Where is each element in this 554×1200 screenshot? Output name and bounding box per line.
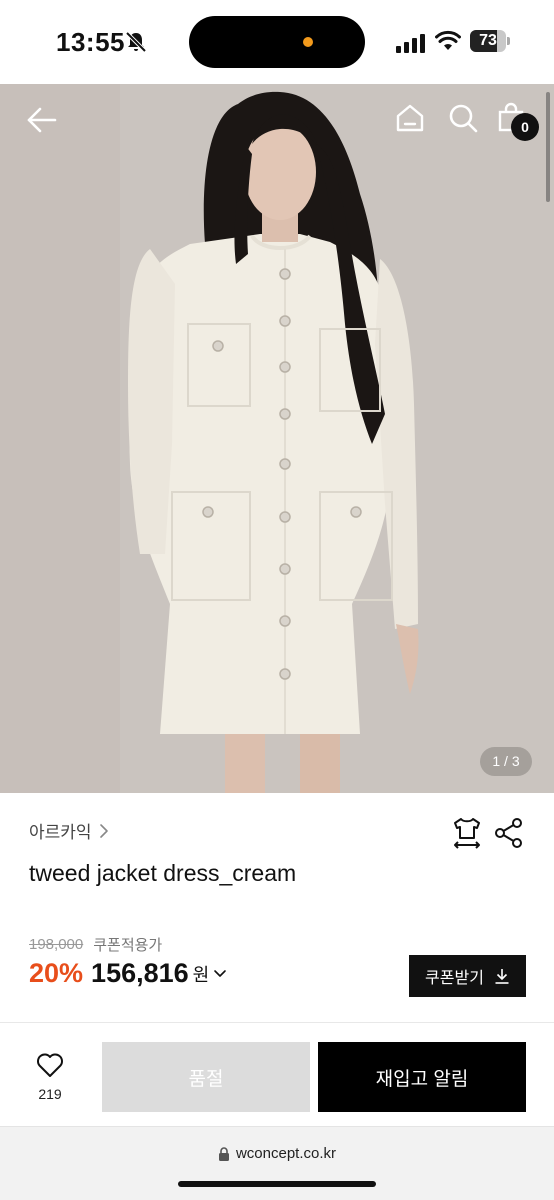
sale-price-row[interactable]: 20% 156,816 원 (29, 958, 227, 989)
image-counter: 1 / 3 (480, 747, 532, 776)
product-page: 13:55 73 0 1 / 3 아르카익 tweed jacket dress… (0, 0, 554, 1200)
original-price-row: 198,000 쿠폰적용가 (29, 934, 162, 955)
battery-icon: 73 (470, 30, 510, 52)
download-icon (495, 969, 509, 984)
scroll-indicator (546, 92, 550, 202)
signal-icon (396, 34, 425, 53)
lock-icon (218, 1146, 229, 1161)
product-image-carousel[interactable]: 0 1 / 3 (0, 84, 554, 793)
discount-rate: 20% (29, 958, 84, 988)
search-icon[interactable] (447, 102, 479, 134)
url-text: wconcept.co.kr (235, 1145, 337, 1162)
size-guide-icon[interactable] (451, 816, 483, 850)
like-button[interactable]: 219 (22, 1052, 78, 1108)
heart-icon (37, 1053, 63, 1077)
original-price: 198,000 (29, 936, 84, 953)
wifi-icon (435, 30, 461, 50)
home-indicator[interactable] (178, 1181, 376, 1187)
soldout-button[interactable]: 품절 (102, 1042, 310, 1112)
share-icon[interactable] (495, 818, 523, 848)
chevron-right-icon (99, 823, 108, 838)
coupon-price-label: 쿠폰적용가 (93, 937, 163, 954)
dynamic-island (189, 16, 365, 68)
bell-slash-icon (125, 31, 147, 53)
battery-level: 73 (479, 32, 497, 49)
like-count: 219 (38, 1086, 62, 1102)
browser-url-bar[interactable]: wconcept.co.kr (0, 1126, 554, 1200)
restock-alert-button[interactable]: 재입고 알림 (318, 1042, 526, 1112)
brand-link[interactable]: 아르카익 (29, 818, 110, 843)
get-coupon-label: 쿠폰받기 (425, 970, 484, 987)
sale-price: 156,816 (91, 958, 189, 988)
status-bar: 13:55 73 (0, 0, 554, 84)
status-time: 13:55 (56, 27, 125, 57)
brand-name: 아르카익 (29, 823, 92, 842)
currency-unit: 원 (192, 964, 210, 985)
get-coupon-button[interactable]: 쿠폰받기 (409, 955, 526, 997)
product-photo (0, 84, 554, 793)
privacy-indicator (303, 37, 313, 47)
url-row[interactable]: wconcept.co.kr (0, 1145, 554, 1162)
product-title: tweed jacket dress_cream (29, 860, 297, 886)
home-icon[interactable] (394, 102, 426, 134)
section-divider (0, 1022, 554, 1023)
back-arrow-icon[interactable] (24, 102, 60, 138)
chevron-down-icon[interactable] (213, 967, 227, 981)
cart-count-badge[interactable]: 0 (511, 113, 539, 141)
